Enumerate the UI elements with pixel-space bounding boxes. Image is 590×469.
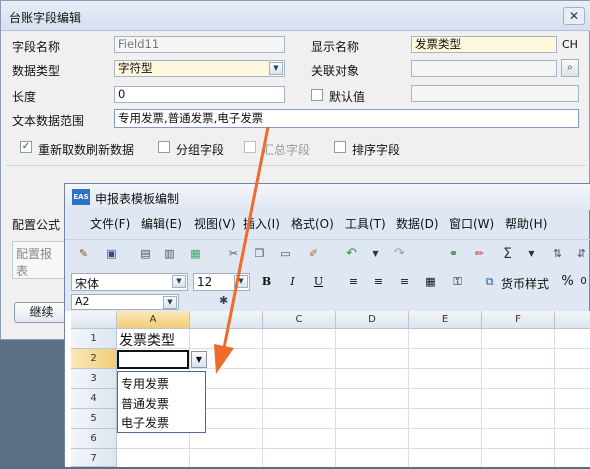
annotation-arrow: [214, 126, 270, 374]
annotation-arrow-head: [214, 344, 234, 374]
annotation-arrow-line: [222, 126, 270, 349]
